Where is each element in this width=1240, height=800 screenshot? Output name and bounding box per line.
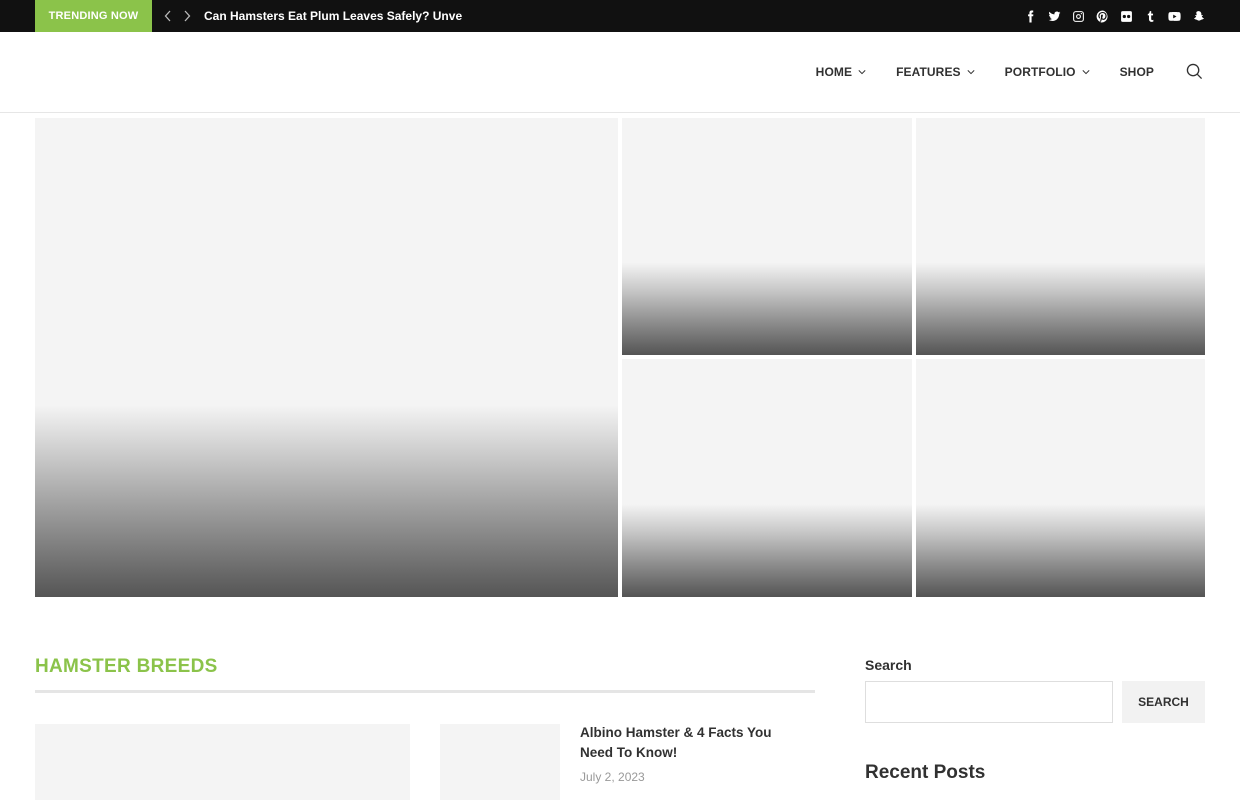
sidebar-search-button[interactable]: Search [1122,681,1205,723]
featured-post-large[interactable] [35,118,618,597]
social-links [1023,0,1205,32]
section-divider [35,690,815,693]
featured-post-small[interactable] [916,118,1205,355]
chevron-down-icon [1082,70,1090,75]
chevron-left-icon[interactable] [160,0,176,32]
instagram-icon[interactable] [1071,9,1085,23]
chevron-down-icon [858,70,866,75]
post-date: July 2, 2023 [580,770,645,784]
flickr-icon[interactable] [1119,9,1133,23]
chevron-right-icon[interactable] [179,0,195,32]
youtube-icon[interactable] [1167,9,1181,23]
sidebar-search-label: Search [865,657,912,673]
post-thumbnail-large[interactable] [35,724,410,800]
sidebar-search-input[interactable] [865,681,1113,723]
section-title[interactable]: Hamster Breeds [35,656,218,678]
menu-item-label: Shop [1119,65,1154,79]
site-header: Home Features Portfolio Shop [0,32,1240,113]
main-menu: Home Features Portfolio Shop [816,32,1154,112]
menu-item-label: Features [896,65,961,79]
snapchat-icon[interactable] [1191,9,1205,23]
chevron-down-icon [967,70,975,75]
featured-post-small[interactable] [622,118,912,355]
post-title-link[interactable]: Albino Hamster & 4 Facts You Need To Kno… [580,723,805,763]
menu-item-portfolio[interactable]: Portfolio [1005,65,1090,79]
trending-now-label: Trending Now [35,0,152,32]
post-thumbnail[interactable] [440,724,560,800]
menu-item-label: Portfolio [1004,65,1076,79]
featured-post-small[interactable] [622,359,912,597]
recent-posts-heading: Recent Posts [865,762,986,783]
search-icon[interactable] [1186,63,1203,80]
featured-post-small[interactable] [916,359,1205,597]
menu-item-features[interactable]: Features [896,65,975,79]
facebook-icon[interactable] [1023,9,1037,23]
menu-item-label: Home [815,65,853,79]
menu-item-shop[interactable]: Shop [1120,65,1154,79]
pinterest-icon[interactable] [1095,9,1109,23]
menu-item-home[interactable]: Home [816,65,866,79]
twitter-icon[interactable] [1047,9,1061,23]
top-bar: Trending Now Can Hamsters Eat Plum Leave… [0,0,1240,32]
trending-post-link[interactable]: Can Hamsters Eat Plum Leaves Safely? Unv… [204,0,464,32]
tumblr-icon[interactable] [1143,9,1157,23]
